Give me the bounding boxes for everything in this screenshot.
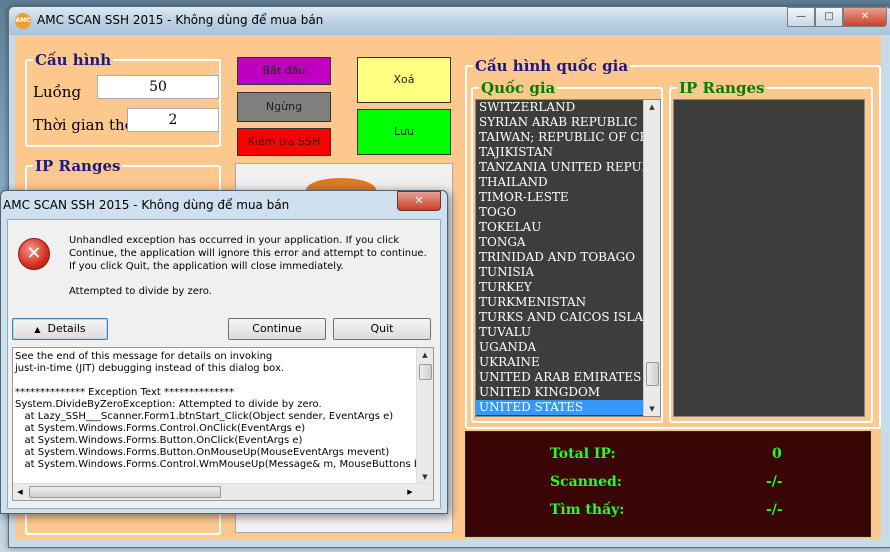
threads-input[interactable]: 50: [97, 75, 219, 99]
app-icon: AMC: [15, 13, 31, 29]
exception-dialog: AMC SCAN SSH 2015 - Không dùng để mua bá…: [0, 190, 448, 514]
start-button[interactable]: Bắt đầu: [237, 57, 331, 85]
config-legend: Cấu hình: [35, 51, 112, 69]
country-listbox[interactable]: SWITZERLAND SYRIAN ARAB REPUBLIC TAIWAN; R…: [475, 99, 661, 417]
detail-line: [13, 375, 433, 387]
country-item[interactable]: TURKMENISTAN: [476, 295, 660, 310]
country-item[interactable]: TRINIDAD AND TOBAGO: [476, 250, 660, 265]
timeout-input[interactable]: 2: [127, 108, 219, 132]
error-detail-message: Attempted to divide by zero.: [69, 286, 212, 297]
country-item[interactable]: UGANDA: [476, 340, 660, 355]
details-horizontal-thumb[interactable]: [29, 486, 221, 498]
details-button[interactable]: ▲ Details: [12, 318, 108, 340]
detail-line: at System.Windows.Forms.Button.OnClick(E…: [15, 435, 303, 446]
stats-panel: Total IP: 0 Scanned: -/- Tìm thấy: -/-: [465, 431, 871, 537]
detail-line: See the end of this message for details …: [15, 351, 273, 362]
detail-line: ************** Exception Text **********…: [15, 387, 234, 398]
country-item[interactable]: TAJIKISTAN: [476, 145, 660, 160]
quit-button[interactable]: Quit: [333, 318, 431, 340]
ip-ranges-legend: IP Ranges: [679, 79, 765, 97]
minimize-button[interactable]: —: [787, 7, 815, 27]
country-item[interactable]: UKRAINE: [476, 355, 660, 370]
scroll-down-icon[interactable]: ▼: [644, 402, 660, 416]
stop-button[interactable]: Ngừng: [237, 92, 331, 122]
detail-line: at System.Windows.Forms.Control.OnClick(…: [15, 423, 306, 434]
collapse-arrow-icon: ▲: [34, 325, 41, 334]
maximize-button[interactable]: □: [815, 7, 843, 27]
ip-ranges-listbox[interactable]: [673, 99, 865, 417]
details-scroll-right-icon[interactable]: ▶: [403, 484, 417, 500]
details-scroll-left-icon[interactable]: ◀: [13, 484, 27, 500]
save-button[interactable]: Lưu: [357, 109, 451, 155]
detail-line: at Lazy_SSH___Scanner.Form1.btnStart_Cli…: [15, 411, 394, 422]
detail-line: at System.Windows.Forms.Control.WmMouseU…: [15, 459, 434, 470]
total-ip-label: Total IP:: [550, 446, 616, 462]
delete-button[interactable]: Xoá: [357, 57, 451, 103]
dialog-close-button[interactable]: ✕: [397, 191, 441, 211]
close-button[interactable]: ✕: [843, 7, 887, 27]
country-item[interactable]: TONGA: [476, 235, 660, 250]
threads-label: Luồng: [33, 83, 82, 101]
window-controls: — □ ✕: [787, 7, 887, 27]
country-item[interactable]: TANZANIA UNITED REPUBL: [476, 160, 660, 175]
scanned-label: Scanned:: [550, 474, 622, 490]
detail-lines: See the end of this message for details …: [13, 348, 433, 471]
country-item[interactable]: UNITED ARAB EMIRATES: [476, 370, 660, 385]
detail-line: System.DivideByZeroException: Attempted …: [15, 399, 322, 410]
left-ip-ranges-legend: IP Ranges: [35, 157, 121, 175]
main-title-bar[interactable]: AMC AMC SCAN SSH 2015 - Không dùng để mu…: [9, 7, 890, 35]
error-message: Unhandled exception has occurred in your…: [69, 235, 427, 272]
total-ip-value: 0: [772, 446, 782, 462]
country-items: SWITZERLAND SYRIAN ARAB REPUBLIC TAIWAN; R…: [476, 100, 660, 415]
country-item[interactable]: TOKELAU: [476, 220, 660, 235]
window-title: AMC SCAN SSH 2015 - Không dùng để mua bá…: [37, 13, 324, 27]
country-item[interactable]: SWITZERLAND: [476, 100, 660, 115]
found-value: -/-: [766, 502, 783, 518]
country-item[interactable]: TUNISIA: [476, 265, 660, 280]
error-icon: ✕: [18, 238, 50, 270]
country-legend: Quốc gia: [481, 79, 556, 97]
country-item[interactable]: TURKEY: [476, 280, 660, 295]
details-vertical-scrollbar[interactable]: ▲ ▼: [416, 348, 433, 484]
found-label: Tìm thấy:: [550, 502, 625, 518]
country-item[interactable]: TAIWAN; REPUBLIC OF CHIN: [476, 130, 660, 145]
exception-details-textbox[interactable]: See the end of this message for details …: [12, 347, 434, 501]
details-horizontal-scrollbar[interactable]: ◀ ▶: [13, 483, 433, 500]
check-ssh-button[interactable]: Kiểm tra SSH: [237, 128, 331, 156]
scroll-thumb[interactable]: [646, 362, 659, 386]
country-item[interactable]: TOGO: [476, 205, 660, 220]
detail-line: just-in-time (JIT) debugging instead of …: [15, 363, 285, 374]
country-item[interactable]: UNITED STATES: [476, 400, 660, 415]
dialog-body: ✕ Unhandled exception has occurred in yo…: [7, 219, 441, 509]
country-item[interactable]: UNITED KINGDOM: [476, 385, 660, 400]
details-scroll-up-icon[interactable]: ▲: [417, 348, 433, 362]
details-scroll-down-icon[interactable]: ▼: [417, 470, 433, 484]
country-item[interactable]: THAILAND: [476, 175, 660, 190]
details-button-label: Details: [47, 322, 86, 335]
continue-button[interactable]: Continue: [228, 318, 326, 340]
detail-line: at System.Windows.Forms.Button.OnMouseUp…: [15, 447, 390, 458]
country-config-legend: Cấu hình quốc gia: [475, 57, 629, 75]
scroll-up-icon[interactable]: ▲: [644, 100, 660, 114]
country-item[interactable]: SYRIAN ARAB REPUBLIC: [476, 115, 660, 130]
country-item[interactable]: TURKS AND CAICOS ISLANI: [476, 310, 660, 325]
details-vertical-thumb[interactable]: [419, 364, 432, 380]
scanned-value: -/-: [766, 474, 783, 490]
dialog-title: AMC SCAN SSH 2015 - Không dùng để mua bá…: [3, 198, 290, 212]
country-item[interactable]: TIMOR-LESTE: [476, 190, 660, 205]
country-item[interactable]: TUVALU: [476, 325, 660, 340]
country-scrollbar[interactable]: ▲ ▼: [643, 100, 660, 416]
